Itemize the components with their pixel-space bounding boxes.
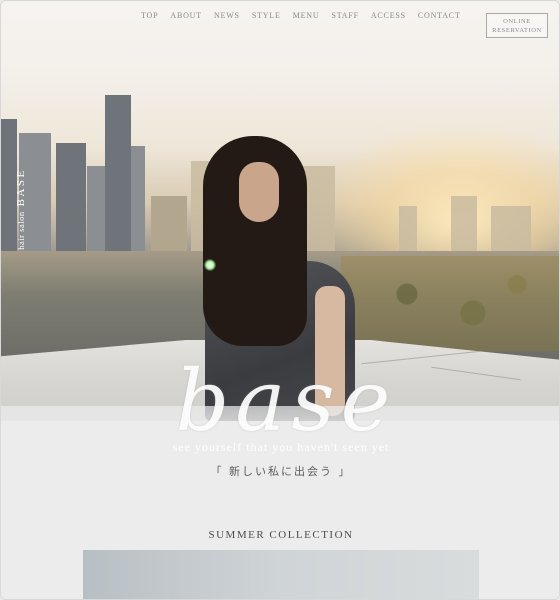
page: TOP ABOUT NEWS STYLE MENU STAFF ACCESS C… (0, 0, 560, 600)
reservation-line2: RESERVATION (492, 26, 542, 34)
model-face (239, 162, 279, 222)
nav-menu[interactable]: MENU (293, 11, 320, 25)
nav-style[interactable]: STYLE (252, 11, 281, 25)
nav-top[interactable]: TOP (141, 11, 158, 25)
nav-contact[interactable]: CONTACT (418, 11, 461, 25)
online-reservation-button[interactable]: ONLINE RESERVATION (486, 13, 548, 38)
brand-vertical: hair salon BASE (1, 168, 71, 249)
lens-flare (204, 259, 216, 271)
collection-image (83, 550, 479, 599)
brand-name: BASE (15, 168, 27, 207)
reservation-line1: ONLINE (503, 17, 531, 25)
nav-about[interactable]: ABOUT (170, 11, 202, 25)
nav-news[interactable]: NEWS (214, 11, 240, 25)
main-nav: TOP ABOUT NEWS STYLE MENU STAFF ACCESS C… (141, 11, 461, 25)
script-logo: base (175, 352, 397, 450)
hero-tagline: see yourself that you haven't seen yet (172, 440, 390, 454)
tree-canopy (341, 256, 559, 351)
nav-access[interactable]: ACCESS (371, 11, 406, 25)
brand-prefix: hair salon (16, 211, 26, 250)
section-title: SUMMER COLLECTION (208, 529, 354, 541)
japanese-catchphrase: 「 新しい私に出会う 」 (210, 465, 352, 478)
nav-staff[interactable]: STAFF (331, 11, 358, 25)
